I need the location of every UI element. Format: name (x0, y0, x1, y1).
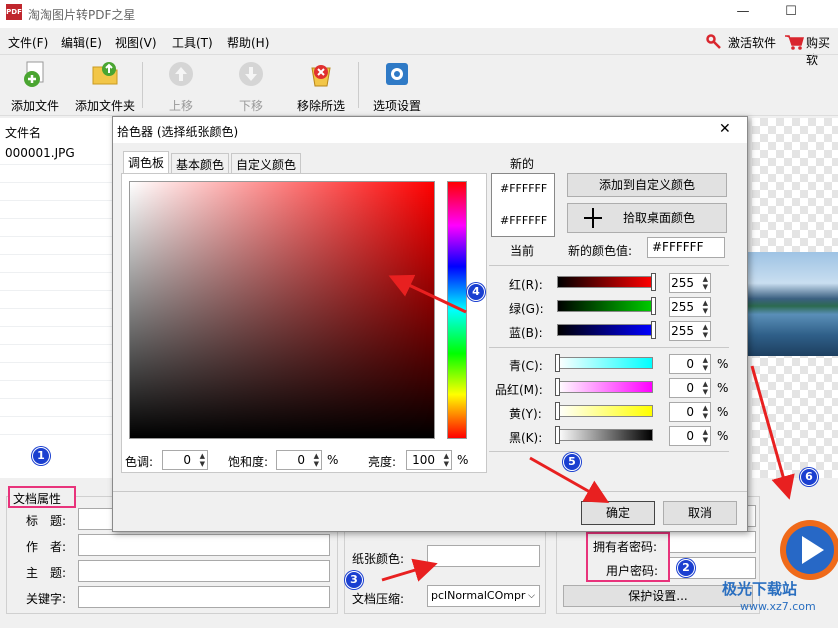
step-badge-1: 1 (32, 447, 50, 465)
step-badge-3: 3 (345, 571, 363, 589)
step-badge-4: 4 (467, 283, 485, 301)
watermark-url: www.xz7.com (740, 600, 816, 613)
annotation-arrows (381, 274, 795, 582)
step-badge-5: 5 (563, 453, 581, 471)
step-badge-2: 2 (677, 559, 695, 577)
step-badge-6: 6 (800, 468, 818, 486)
watermark-brand: 极光下载站 (722, 580, 798, 598)
